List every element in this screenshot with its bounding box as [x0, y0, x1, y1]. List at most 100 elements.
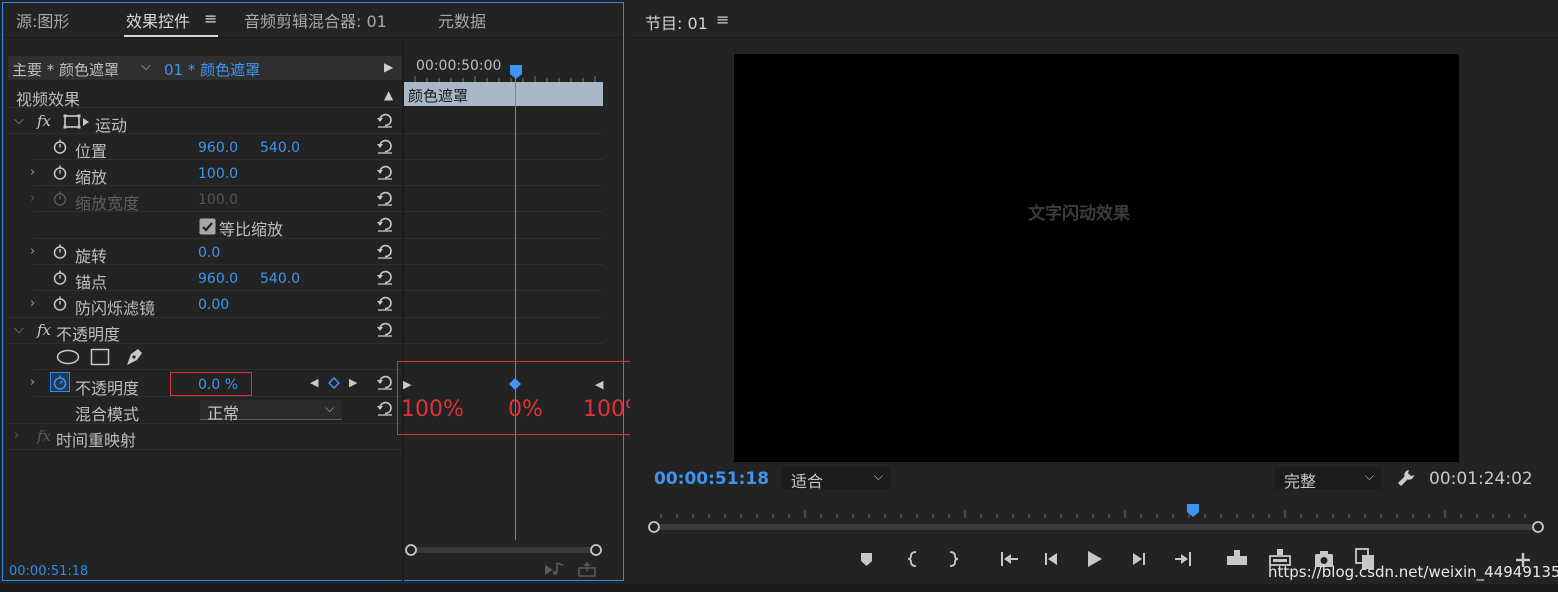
- video-preview[interactable]: [734, 54, 1459, 462]
- anti-flicker-value[interactable]: 0.00: [198, 297, 229, 313]
- chevron-right-icon[interactable]: ›: [30, 165, 35, 180]
- program-monitor-title[interactable]: 节目: 01: [645, 10, 708, 34]
- time-remap-label[interactable]: 时间重映射: [56, 427, 136, 451]
- monitor-time-ruler[interactable]: [646, 504, 1546, 540]
- wrench-icon[interactable]: [1396, 468, 1416, 488]
- uniform-scale-label: 等比缩放: [219, 220, 284, 239]
- keyframe-percent-label: 100%: [401, 397, 464, 422]
- reset-icon[interactable]: [376, 164, 394, 180]
- tab-metadata[interactable]: 元数据: [438, 8, 486, 32]
- tab-effect-controls[interactable]: 效果控件: [126, 8, 190, 32]
- reset-icon[interactable]: [376, 243, 394, 259]
- row-divider: [404, 133, 603, 134]
- sequence-clip-label[interactable]: 01 * 颜色遮罩: [164, 59, 260, 80]
- position-x-value[interactable]: 960.0: [198, 140, 238, 156]
- tab-source[interactable]: 源:图形: [16, 8, 69, 32]
- panel-menu-icon[interactable]: ≡: [204, 9, 217, 28]
- playhead-handle[interactable]: [509, 64, 523, 80]
- stopwatch-active-icon[interactable]: [50, 372, 70, 392]
- tab-audio-clip-mixer[interactable]: 音频剪辑混合器: 01: [244, 8, 387, 32]
- resolution-value: 完整: [1284, 472, 1317, 491]
- timeline-ruler-ticks[interactable]: [405, 74, 605, 82]
- reset-icon[interactable]: [376, 374, 394, 390]
- row-divider: [34, 369, 402, 370]
- playhead-line[interactable]: [515, 74, 516, 540]
- panel-menu-icon[interactable]: ≡: [716, 10, 729, 29]
- blend-mode-value: 正常: [207, 404, 240, 423]
- timeline-ruler-time: 00:00:50:00: [416, 58, 502, 74]
- audio-export-icons: [545, 561, 596, 577]
- lift-icon: [1227, 556, 1247, 565]
- row-divider: [404, 290, 603, 291]
- chevron-down-icon[interactable]: ⌵: [141, 59, 151, 74]
- row-divider: [8, 343, 402, 344]
- stopwatch-icon[interactable]: [53, 244, 67, 259]
- next-keyframe-icon[interactable]: ▶: [349, 376, 357, 389]
- row-divider: [404, 317, 603, 318]
- row-divider: [404, 185, 603, 186]
- video-caption-text: 文字闪动效果: [1028, 204, 1130, 224]
- row-divider: [34, 290, 402, 291]
- keyframe-percent-label: 0%: [508, 397, 543, 422]
- playback-resolution-select[interactable]: 完整 ⌵: [1275, 467, 1381, 491]
- row-divider: [34, 185, 402, 186]
- chevron-right-icon[interactable]: ›: [30, 375, 35, 390]
- chevron-down-icon[interactable]: ⌵: [14, 322, 24, 337]
- position-y-value[interactable]: 540.0: [260, 140, 300, 156]
- reset-icon[interactable]: [376, 112, 394, 128]
- bottom-strip: [0, 584, 1558, 592]
- timeline-zoom-scrollbar[interactable]: [405, 544, 603, 556]
- opacity-value[interactable]: 0.0 %: [198, 377, 238, 393]
- play-audio-icon: [545, 565, 553, 575]
- anchor-y-value[interactable]: 540.0: [260, 271, 300, 287]
- play-icon: [1088, 551, 1102, 567]
- stopwatch-icon[interactable]: [53, 270, 67, 285]
- row-divider: [34, 264, 402, 265]
- fx-icon[interactable]: fx: [37, 112, 51, 130]
- reset-icon[interactable]: [376, 400, 394, 416]
- chevron-right-icon: ›: [30, 191, 36, 206]
- pen-mask-icon[interactable]: [123, 346, 145, 368]
- playhead-timecode[interactable]: 00:00:51:18: [654, 469, 769, 489]
- collapse-up-icon[interactable]: ▲: [384, 88, 393, 102]
- stopwatch-icon[interactable]: [53, 165, 67, 180]
- scale-value[interactable]: 100.0: [198, 166, 238, 182]
- rectangle-mask-icon[interactable]: [90, 348, 110, 366]
- timeline-clip-label: 颜色遮罩: [408, 87, 469, 105]
- reset-icon[interactable]: [376, 295, 394, 311]
- master-clip-label[interactable]: 主要 * 颜色遮罩: [12, 59, 119, 80]
- chevron-down-icon[interactable]: ⌵: [14, 113, 24, 128]
- uniform-scale-checkbox[interactable]: [199, 218, 216, 235]
- add-keyframe-icon[interactable]: [328, 377, 340, 389]
- fit-select-value: 适合: [791, 472, 824, 491]
- ellipse-mask-icon[interactable]: [56, 348, 80, 366]
- timeline-divider[interactable]: [402, 38, 404, 581]
- anchor-x-value[interactable]: 960.0: [198, 271, 238, 287]
- chevron-right-icon[interactable]: ›: [30, 296, 35, 311]
- rotation-value[interactable]: 0.0: [198, 245, 220, 261]
- chevron-down-icon: ⌵: [873, 469, 883, 483]
- stopwatch-icon[interactable]: [53, 139, 67, 154]
- play-arrow-icon[interactable]: ▶: [384, 60, 393, 74]
- effect-controls-timecode[interactable]: 00:00:51:18: [9, 564, 88, 579]
- reset-icon[interactable]: [376, 216, 394, 232]
- sequence-duration: 00:01:24:02: [1429, 469, 1533, 489]
- row-divider: [34, 238, 402, 239]
- reset-icon[interactable]: [376, 269, 394, 285]
- reset-icon[interactable]: [376, 321, 394, 337]
- motion-transform-icon[interactable]: [63, 114, 91, 130]
- chevron-right-icon[interactable]: ›: [14, 428, 19, 443]
- fx-icon: fx: [37, 427, 52, 445]
- fx-icon[interactable]: fx: [37, 321, 51, 339]
- step-forward-icon: [1133, 553, 1142, 565]
- fit-select[interactable]: 适合 ⌵: [782, 467, 890, 491]
- reset-icon[interactable]: [376, 190, 394, 206]
- chevron-right-icon[interactable]: ›: [30, 244, 35, 259]
- reset-icon[interactable]: [376, 138, 394, 154]
- chevron-down-icon[interactable]: ⌵: [325, 401, 334, 416]
- previous-keyframe-icon[interactable]: ◀: [310, 376, 318, 389]
- anti-flicker-label: 防闪烁滤镜: [75, 299, 156, 318]
- stopwatch-icon[interactable]: [53, 296, 67, 311]
- header-divider: [3, 37, 623, 38]
- mark-in-icon: [907, 551, 917, 567]
